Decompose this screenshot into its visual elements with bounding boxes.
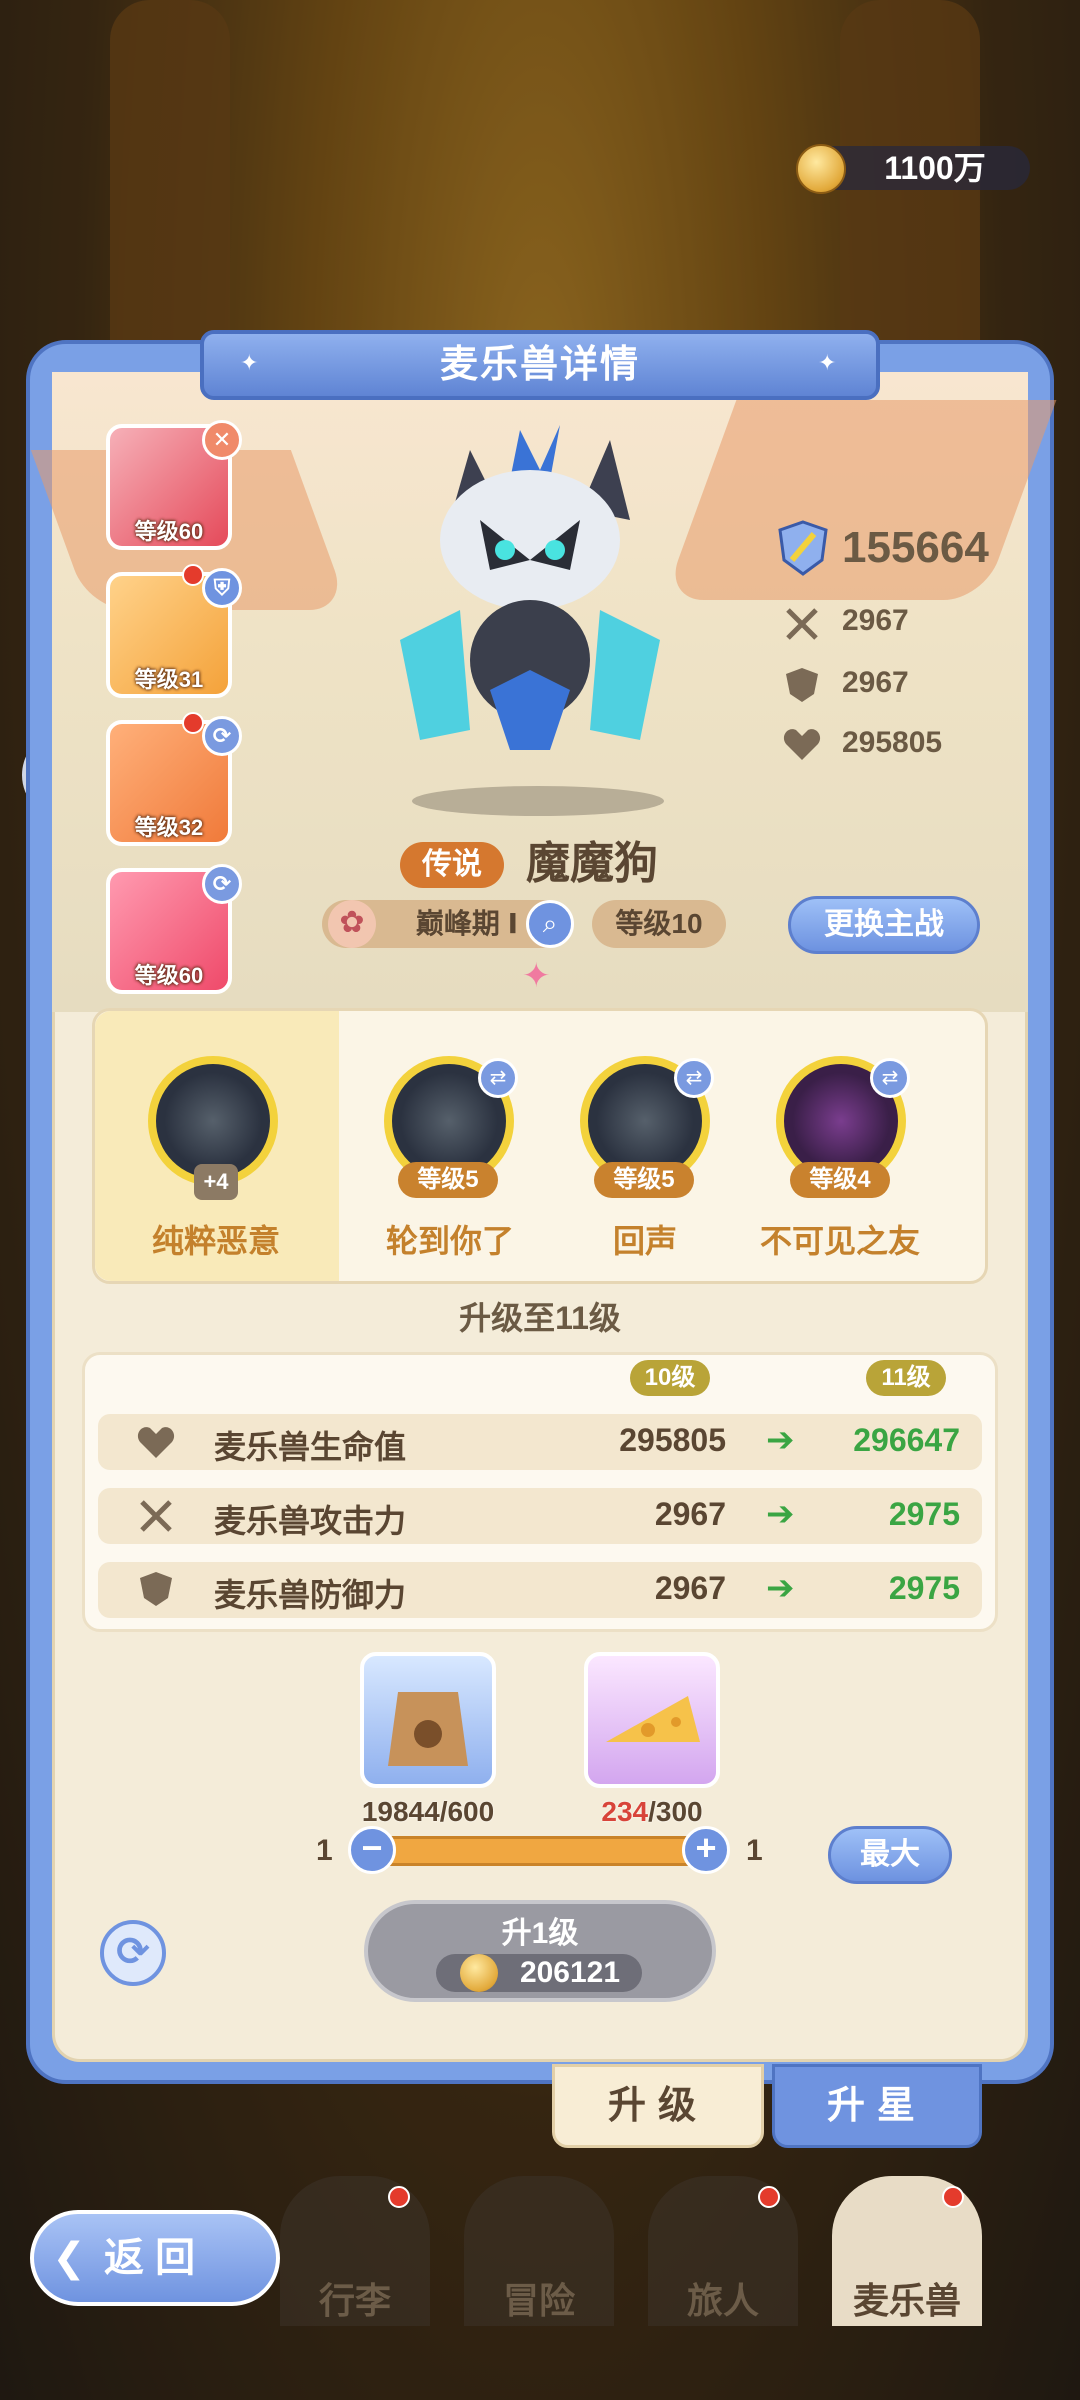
skill-level: +4	[194, 1164, 238, 1200]
notification-dot	[388, 2186, 410, 2208]
back-arrow-icon: ❮	[52, 2236, 86, 2280]
row-next: 296647	[853, 1422, 960, 1458]
cheese-icon	[606, 1696, 700, 1742]
pet-shadow	[412, 786, 664, 816]
pet-name: 魔魔狗	[526, 839, 658, 888]
star-icon: ✦	[240, 350, 259, 375]
tab-star-up[interactable]: 升星	[772, 2064, 982, 2148]
material-cheese[interactable]	[584, 1652, 720, 1788]
material-have: 19844	[361, 1796, 440, 1827]
material-count: 234/300	[564, 1796, 740, 1828]
slot-level: 等级60	[134, 963, 204, 988]
attack-value: 2967	[842, 604, 909, 637]
coin-icon	[796, 144, 846, 194]
swap-icon[interactable]: ⇄	[478, 1058, 518, 1098]
material-food-bag[interactable]	[360, 1652, 496, 1788]
pet-level: 等级10	[592, 900, 726, 948]
nav-label: 行李	[318, 2280, 391, 2321]
heart-icon	[783, 729, 821, 760]
star-icon: ✦	[818, 350, 837, 375]
notification-dot	[758, 2186, 780, 2208]
current-level-tag: 10级	[630, 1360, 710, 1396]
row-current: 2967	[654, 1570, 726, 1606]
change-main-pet-button[interactable]: 更换主战	[788, 896, 980, 954]
slot-level: 等级31	[134, 667, 204, 692]
gold-amount: 1100万	[884, 150, 986, 186]
plus-button[interactable]: +	[682, 1826, 730, 1874]
skill-name: 回声	[612, 1223, 677, 1259]
row-current: 2967	[654, 1496, 726, 1532]
notification-dot	[182, 712, 204, 734]
material-have: 234	[601, 1796, 649, 1827]
sparkle-icon: ✦	[522, 957, 551, 995]
flower-icon: ✿	[328, 900, 376, 948]
next-level-tag: 11级	[866, 1360, 946, 1396]
upgrade-title: 升级至11级	[459, 1300, 621, 1336]
hp-value: 295805	[842, 726, 943, 759]
defense-value: 2967	[842, 666, 909, 699]
row-current: 295805	[619, 1422, 726, 1458]
shield-icon	[140, 1572, 172, 1606]
close-icon[interactable]: ✕	[202, 420, 242, 460]
row-label: 麦乐兽防御力	[214, 1577, 407, 1613]
upgrade-cost: 206121	[519, 1956, 621, 1989]
back-label: 返 回	[104, 2236, 196, 2280]
swap-icon[interactable]: ⇄	[674, 1058, 714, 1098]
notification-dot	[182, 564, 204, 586]
coin-icon	[460, 1954, 498, 1992]
rarity-badge: 传说	[400, 842, 504, 888]
slider-min: 1	[316, 1834, 333, 1867]
shield-icon: ⛨	[202, 568, 242, 608]
notification-dot	[942, 2186, 964, 2208]
pet-food-bag-icon	[388, 1692, 468, 1766]
heart-icon	[137, 1427, 175, 1458]
refresh-icon[interactable]: ⟳	[100, 1920, 166, 1986]
slider-max: 1	[746, 1834, 763, 1867]
swords-icon	[786, 608, 818, 640]
nav-label: 旅人	[686, 2280, 759, 2321]
material-need: /600	[439, 1796, 495, 1827]
power-value: 155664	[842, 523, 989, 572]
tab-upgrade[interactable]: 升级	[552, 2064, 764, 2148]
shield-icon	[786, 668, 818, 702]
skill-name: 不可见之友	[759, 1223, 920, 1259]
max-button[interactable]: 最大	[828, 1826, 952, 1884]
row-label: 麦乐兽攻击力	[214, 1503, 407, 1539]
material-need: /300	[648, 1796, 703, 1827]
row-next: 2975	[888, 1496, 960, 1532]
quantity-slider[interactable]	[370, 1836, 706, 1866]
skill-level: 等级5	[398, 1162, 498, 1198]
slot-level: 等级32	[134, 815, 204, 840]
minus-button[interactable]: −	[348, 1826, 396, 1874]
skill-name: 轮到你了	[385, 1223, 514, 1259]
nav-label: 冒险	[502, 2280, 575, 2321]
swap-icon[interactable]: ⟳	[202, 864, 242, 904]
swap-icon[interactable]: ⇄	[870, 1058, 910, 1098]
page-title: 麦乐兽详情	[439, 344, 640, 386]
magnify-icon[interactable]: ⌕	[526, 900, 574, 948]
back-button[interactable]: ❮ 返 回	[30, 2210, 280, 2306]
nav-label: 麦乐兽	[852, 2280, 961, 2321]
skill-level: 等级5	[594, 1162, 694, 1198]
slot-level: 等级60	[134, 519, 204, 544]
skill-name: 纯粹恶意	[151, 1223, 280, 1259]
row-label: 麦乐兽生命值	[214, 1429, 407, 1465]
row-next: 2975	[888, 1570, 960, 1606]
power-icon	[778, 520, 828, 576]
swords-icon	[140, 1500, 172, 1532]
swap-icon[interactable]: ⟳	[202, 716, 242, 756]
material-count: 19844/600	[340, 1796, 516, 1828]
skill-level: 等级4	[790, 1162, 890, 1198]
upgrade-button-label: 升1级	[501, 1917, 579, 1950]
pet-character-image	[400, 425, 660, 750]
